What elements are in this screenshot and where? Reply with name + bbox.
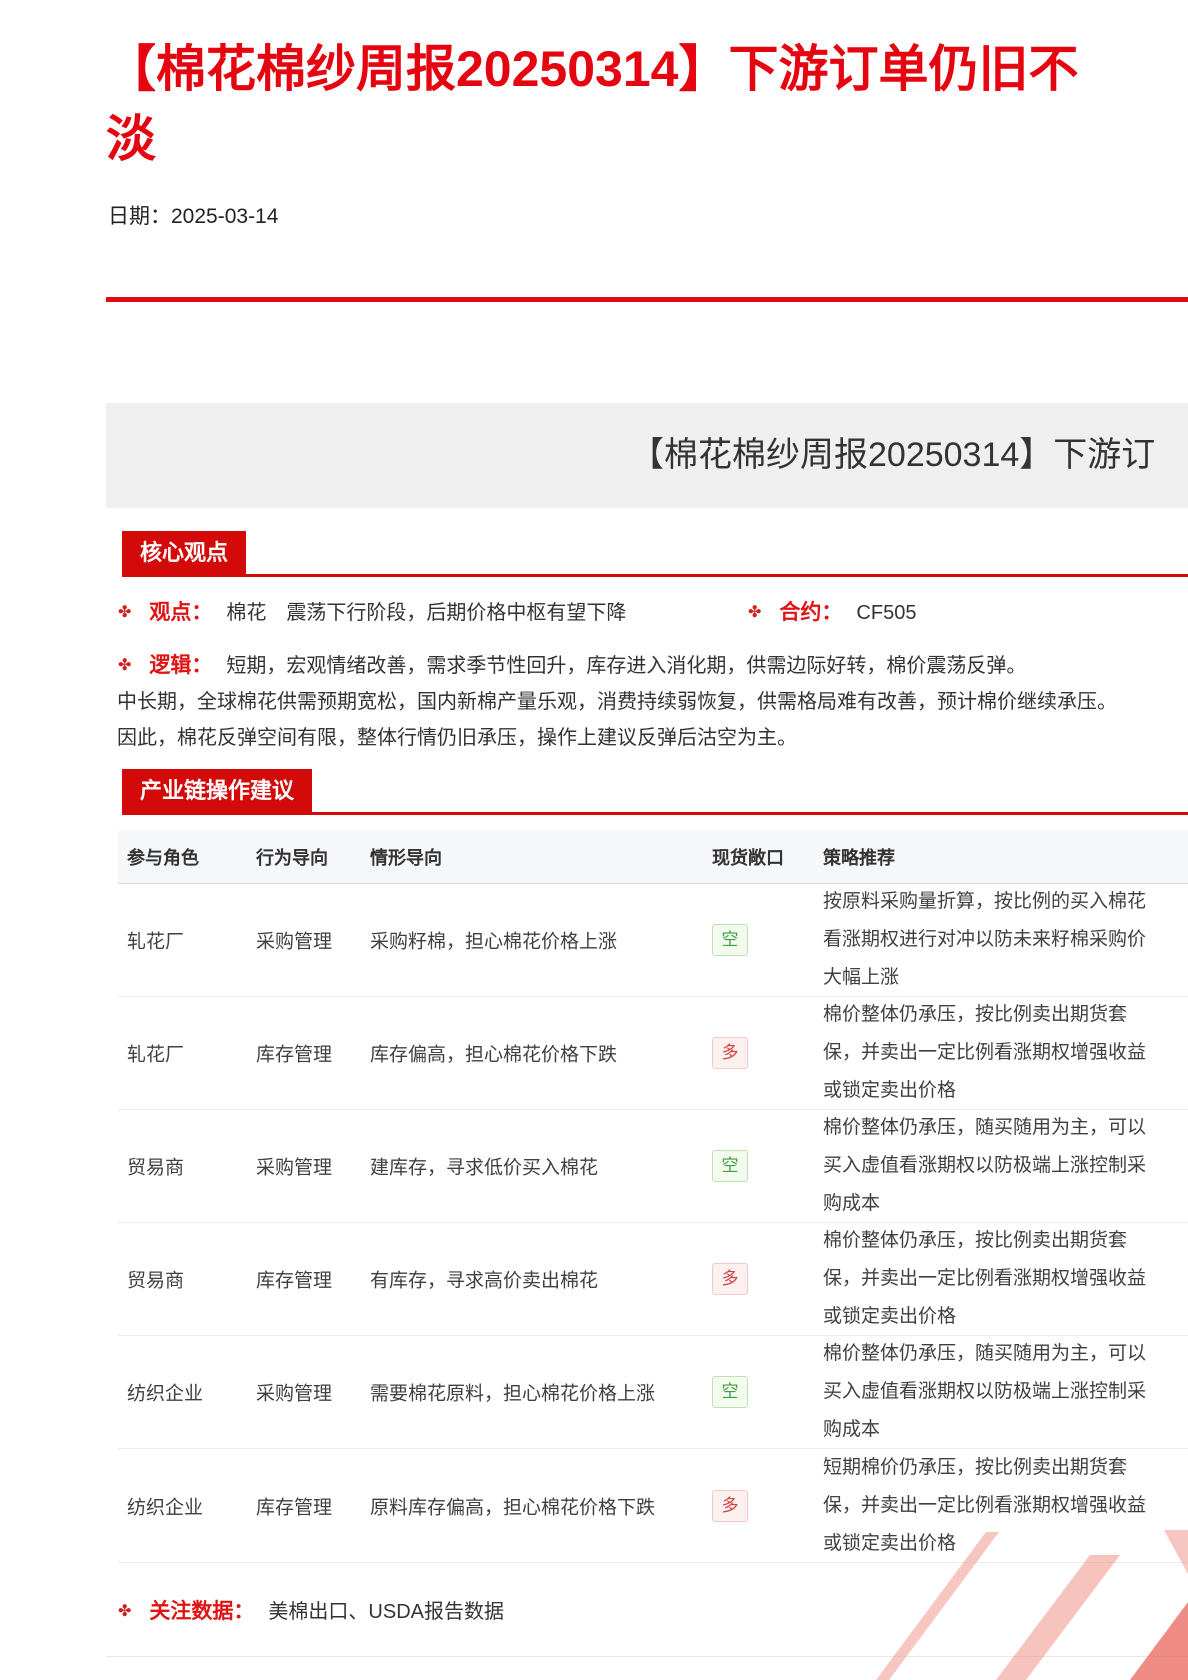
- strategy-line: 看涨期权进行对冲以防未来籽棉采购价: [823, 929, 1147, 950]
- bottom-divider: [106, 1656, 1188, 1657]
- focus-data-row: ✤ 关注数据： 美棉出口、USDA报告数据: [118, 1598, 504, 1626]
- report-page: 【棉花棉纱周报20250314】下游订单仍旧不 淡 日期：2025-03-14 …: [0, 0, 1188, 1680]
- focus-data-label: 关注数据：: [149, 1600, 255, 1623]
- strategy-line: 棉价整体仍承压，按比例卖出期货套: [823, 1230, 1128, 1251]
- section-header-chain: 产业链操作建议: [122, 769, 313, 812]
- strategy-line: 短期棉价仍承压，按比例卖出期货套: [823, 1456, 1128, 1478]
- behavior-cell: 采购管理: [256, 931, 333, 953]
- strategy-cell: 棉价整体仍承压，按比例卖出期货套 保，并卖出一定比例看涨期权增强收益 或锁定卖出…: [823, 1222, 1146, 1336]
- page-title-line2: 淡: [106, 111, 156, 167]
- red-divider: [106, 297, 1188, 302]
- clover-bullet-icon: ✤: [118, 604, 132, 621]
- table-header-row: 参与角色 行为导向 情形导向 现货敞口 策略推荐: [118, 830, 1188, 884]
- strategy-line: 按原料采购量折算，按比例的买入棉花: [823, 891, 1147, 912]
- viewpoint-text: 棉花 震荡下行阶段，后期价格中枢有望下降: [226, 602, 627, 624]
- focus-data-text: 美棉出口、USDA报告数据: [268, 1601, 504, 1623]
- strategy-line: 保，并卖出一定比例看涨期权增强收益: [823, 1494, 1147, 1516]
- strategy-cell: 按原料采购量折算，按比例的买入棉花 看涨期权进行对冲以防未来籽棉采购价 大幅上涨: [823, 883, 1146, 997]
- strategy-line: 棉价整体仍承压，随买随用为主，可以: [823, 1117, 1147, 1138]
- column-header-scenario: 情形导向: [370, 847, 442, 868]
- logic-label: 逻辑：: [149, 654, 213, 677]
- behavior-cell: 库存管理: [256, 1270, 333, 1292]
- logic-paragraph-2: 中长期，全球棉花供需预期宽松，国内新棉产量乐观，消费持续弱恢复，供需格局难有改善…: [117, 691, 1117, 713]
- date-label: 日期：: [108, 205, 171, 228]
- role-cell: 贸易商: [127, 1157, 185, 1179]
- page-title-line1: 【棉花棉纱周报20250314】下游订单仍旧不: [106, 41, 1079, 97]
- strategy-line: 保，并卖出一定比例看涨期权增强收益: [823, 1042, 1147, 1063]
- strategy-line: 或锁定卖出价格: [823, 1532, 957, 1554]
- viewpoint-label: 观点：: [149, 601, 213, 624]
- strategy-cell: 棉价整体仍承压，随买随用为主，可以 买入虚值看涨期权以防极端上涨控制采 购成本: [823, 1335, 1146, 1449]
- role-cell: 贸易商: [127, 1270, 185, 1292]
- clover-bullet-icon: ✤: [118, 657, 132, 674]
- logic-paragraph-3: 因此，棉花反弹空间有限，整体行情仍旧承压，操作上建议反弹后沽空为主。: [117, 727, 797, 749]
- logic-row: ✤ 逻辑： 短期，宏观情绪改善，需求季节性回升，库存进入消化期，供需边际好转，棉…: [118, 652, 1026, 680]
- exposure-badge-long: 多: [712, 1037, 748, 1069]
- section-header-core: 核心观点: [122, 531, 247, 574]
- column-header-role: 参与角色: [127, 847, 199, 868]
- behavior-cell: 库存管理: [256, 1044, 333, 1066]
- banner-title: 【棉花棉纱周报20250314】下游订: [630, 436, 1156, 474]
- strategy-table: 参与角色 行为导向 情形导向 现货敞口 策略推荐 轧花厂 采购管理 采购籽棉，担…: [118, 830, 1188, 1563]
- contract-label: 合约：: [779, 601, 843, 624]
- date-line: 日期：2025-03-14: [108, 200, 278, 230]
- core-underline: [122, 574, 1188, 577]
- strategy-line: 保，并卖出一定比例看涨期权增强收益: [823, 1268, 1147, 1289]
- exposure-badge-short: 空: [712, 1376, 748, 1408]
- table-row: 贸易商 采购管理 建库存，寻求低价买入棉花 空 棉价整体仍承压，随买随用为主，可…: [118, 1110, 1188, 1223]
- strategy-line: 棉价整体仍承压，按比例卖出期货套: [823, 1004, 1128, 1025]
- scenario-cell: 库存偏高，担心棉花价格下跌: [370, 1044, 618, 1066]
- strategy-line: 或锁定卖出价格: [823, 1306, 957, 1327]
- report-banner: 【棉花棉纱周报20250314】下游订: [106, 403, 1188, 508]
- scenario-cell: 有库存，寻求高价卖出棉花: [370, 1270, 599, 1292]
- scenario-cell: 需要棉花原料，担心棉花价格上涨: [370, 1383, 656, 1405]
- chain-underline: [122, 812, 1188, 815]
- exposure-badge-long: 多: [712, 1489, 748, 1522]
- column-header-strategy: 策略推荐: [823, 847, 895, 868]
- exposure-badge-long: 多: [712, 1263, 748, 1295]
- strategy-cell: 短期棉价仍承压，按比例卖出期货套 保，并卖出一定比例看涨期权增强收益 或锁定卖出…: [823, 1449, 1146, 1563]
- table-row: 轧花厂 库存管理 库存偏高，担心棉花价格下跌 多 棉价整体仍承压，按比例卖出期货…: [118, 997, 1188, 1110]
- scenario-cell: 采购籽棉，担心棉花价格上涨: [370, 931, 618, 953]
- scenario-cell: 原料库存偏高，担心棉花价格下跌: [370, 1497, 656, 1518]
- strategy-line: 或锁定卖出价格: [823, 1080, 957, 1101]
- strategy-cell: 棉价整体仍承压，随买随用为主，可以 买入虚值看涨期权以防极端上涨控制采 购成本: [823, 1109, 1146, 1223]
- strategy-line: 棉价整体仍承压，随买随用为主，可以: [823, 1343, 1147, 1364]
- behavior-cell: 采购管理: [256, 1157, 333, 1179]
- exposure-badge-short: 空: [712, 924, 748, 956]
- scenario-cell: 建库存，寻求低价买入棉花: [370, 1157, 599, 1179]
- strategy-line: 购成本: [823, 1193, 881, 1214]
- column-header-behavior: 行为导向: [256, 847, 328, 868]
- date-value: 2025-03-14: [171, 205, 279, 228]
- clover-bullet-icon: ✤: [118, 1603, 132, 1620]
- behavior-cell: 采购管理: [256, 1383, 333, 1405]
- role-cell: 轧花厂: [127, 1044, 185, 1066]
- role-cell: 轧花厂: [127, 931, 185, 953]
- strategy-line: 买入虚值看涨期权以防极端上涨控制采: [823, 1155, 1147, 1176]
- role-cell: 纺织企业: [127, 1497, 204, 1518]
- exposure-badge-short: 空: [712, 1150, 748, 1182]
- viewpoint-row: ✤ 观点： 棉花 震荡下行阶段，后期价格中枢有望下降: [118, 599, 626, 627]
- strategy-line: 买入虚值看涨期权以防极端上涨控制采: [823, 1381, 1147, 1402]
- table-row: 纺织企业 采购管理 需要棉花原料，担心棉花价格上涨 空 棉价整体仍承压，随买随用…: [118, 1336, 1188, 1449]
- table-row: 贸易商 库存管理 有库存，寻求高价卖出棉花 多 棉价整体仍承压，按比例卖出期货套…: [118, 1223, 1188, 1336]
- strategy-cell: 棉价整体仍承压，按比例卖出期货套 保，并卖出一定比例看涨期权增强收益 或锁定卖出…: [823, 996, 1146, 1110]
- table-row: 轧花厂 采购管理 采购籽棉，担心棉花价格上涨 空 按原料采购量折算，按比例的买入…: [118, 884, 1188, 997]
- logic-line1: 短期，宏观情绪改善，需求季节性回升，库存进入消化期，供需边际好转，棉价震荡反弹。: [226, 655, 1027, 677]
- strategy-line: 大幅上涨: [823, 967, 900, 988]
- contract-value: CF505: [856, 602, 917, 624]
- behavior-cell: 库存管理: [256, 1497, 333, 1518]
- clover-bullet-icon: ✤: [748, 604, 762, 621]
- column-header-exposure: 现货敞口: [712, 847, 784, 868]
- table-row: 纺织企业 库存管理 原料库存偏高，担心棉花价格下跌 多 短期棉价仍承压，按比例卖…: [118, 1449, 1188, 1563]
- contract-row: ✤ 合约： CF505: [748, 599, 916, 627]
- strategy-line: 购成本: [823, 1419, 881, 1440]
- role-cell: 纺织企业: [127, 1383, 204, 1405]
- report-content: 【棉花棉纱周报20250314】下游订单仍旧不 淡 日期：2025-03-14 …: [106, 0, 1188, 1680]
